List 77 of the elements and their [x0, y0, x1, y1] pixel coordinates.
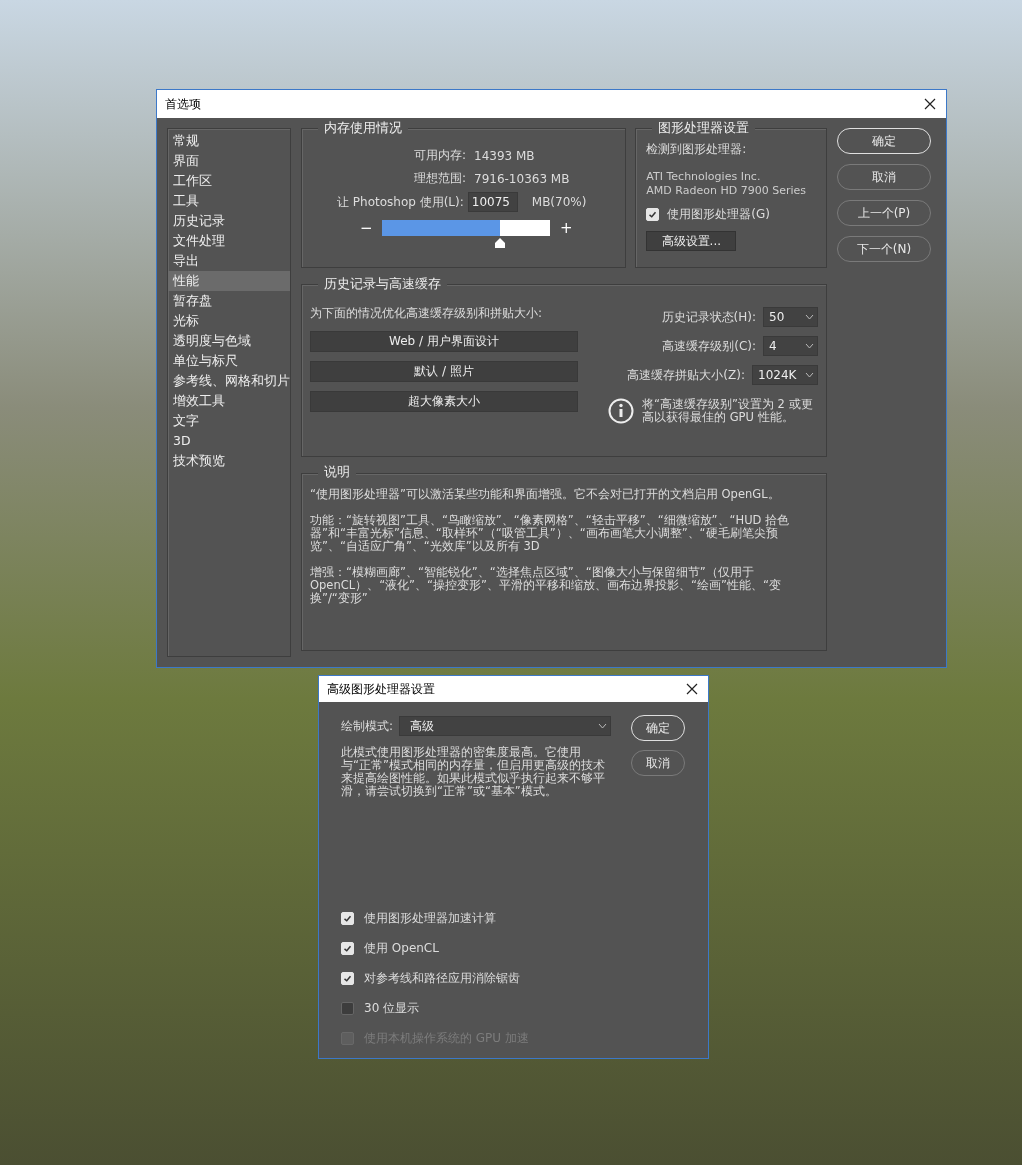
- field-value: 7916-10363 MB: [474, 171, 571, 186]
- mode-description: 此模式使用图形处理器的密集度最高。它使用与“正常”模式相同的内存量，但启用更高级的技术来提高绘图性能。如果此模式似乎执行起来不够平滑，请尝试切换到“正常”或“基本”模式。: [341, 746, 606, 798]
- checkbox-label: 30 位显示: [364, 1000, 420, 1017]
- caret-icon: [805, 314, 814, 320]
- sidebar-item[interactable]: 增效工具: [168, 391, 290, 411]
- dialog-button[interactable]: 取消: [631, 750, 685, 776]
- sidebar-item[interactable]: 工作区: [168, 171, 290, 191]
- group-title: 图形处理器设置: [652, 120, 756, 137]
- window-title: 首选项: [165, 95, 201, 113]
- field-label: 高速缓存级别(C):: [662, 337, 756, 355]
- preset-button[interactable]: 超大像素大小: [310, 391, 578, 412]
- info-icon: [608, 398, 634, 424]
- plus-button[interactable]: +: [560, 219, 572, 237]
- sidebar-item[interactable]: 透明度与色域: [168, 331, 290, 351]
- field-label: 让 Photoshop 使用(L):: [337, 193, 464, 211]
- dropdown[interactable]: 4: [763, 336, 818, 356]
- caret-icon: [805, 343, 814, 349]
- field-label: 绘制模式:: [341, 717, 394, 735]
- advanced-settings-button[interactable]: 高级设置...: [646, 231, 737, 251]
- field-label: 可用内存:: [412, 147, 466, 164]
- dialog-button[interactable]: 取消: [837, 164, 931, 190]
- dropdown[interactable]: 50: [763, 307, 818, 327]
- sidebar-item[interactable]: 光标: [168, 311, 290, 331]
- sidebar-item[interactable]: 常规: [168, 131, 290, 151]
- sidebar-item[interactable]: 界面: [168, 151, 290, 171]
- preset-button[interactable]: 默认 / 照片: [310, 361, 578, 382]
- sidebar-item[interactable]: 历史记录: [168, 211, 290, 231]
- sidebar-item[interactable]: 3D: [168, 431, 290, 451]
- sidebar-item[interactable]: 参考线、网格和切片: [168, 371, 290, 391]
- sidebar-item[interactable]: 暂存盘: [168, 291, 290, 311]
- sidebar-item[interactable]: 性能: [168, 271, 290, 291]
- dialog-button[interactable]: 上一个(P): [837, 200, 931, 226]
- preset-button[interactable]: Web / 用户界面设计: [310, 331, 578, 352]
- sidebar-item[interactable]: 文件处理: [168, 231, 290, 251]
- sidebar-item[interactable]: 工具: [168, 191, 290, 211]
- caret-icon: [598, 723, 608, 729]
- caret-icon: [805, 372, 814, 378]
- gpu-model: AMD Radeon HD 7900 Series: [646, 184, 807, 198]
- sidebar-item[interactable]: 技术预览: [168, 451, 290, 471]
- window-title: 高级图形处理器设置: [327, 680, 435, 698]
- close-icon[interactable]: [924, 98, 936, 110]
- gpu-vendor: ATI Technologies Inc.: [646, 170, 762, 184]
- dialog-button[interactable]: 下一个(N): [837, 236, 931, 262]
- field-value: 14393 MB: [474, 148, 536, 163]
- field-label: 为下面的情况优化高速缓存级别和拼贴大小:: [310, 305, 544, 322]
- checkbox[interactable]: [341, 1002, 354, 1015]
- sidebar-item[interactable]: 导出: [168, 251, 290, 271]
- checkbox-label: 使用图形处理器加速计算: [364, 910, 496, 927]
- close-icon[interactable]: [686, 683, 698, 695]
- checkmark-icon: [648, 210, 658, 219]
- checkmark-icon: [343, 974, 352, 983]
- dialog-button[interactable]: 确定: [631, 715, 685, 741]
- input-field[interactable]: 10075: [467, 192, 518, 212]
- dropdown[interactable]: 高级: [399, 716, 612, 736]
- minus-button[interactable]: −: [360, 219, 372, 237]
- dropdown[interactable]: 1024K: [752, 365, 818, 385]
- field-label: 历史记录状态(H):: [661, 308, 756, 326]
- field-label: 高速缓存拼贴大小(Z):: [627, 366, 745, 384]
- group-title: 历史记录与高速缓存: [318, 276, 447, 293]
- description-text: “使用图形处理器”可以激活某些功能和界面增强。它不会对已打开的文档启用 OpenGL。: [310, 488, 781, 501]
- description-text: 增强：“模糊画廊”、“智能锐化”、“选择焦点区域”、“图像大小与保留细节”（仅用于 OpenCL）、“液化”、“操控变形”、平滑的平移和缩放、画布边界投影、“绘画”性能、“变换”/“变形”: [310, 566, 782, 605]
- checkmark-icon: [343, 944, 352, 953]
- slider-thumb[interactable]: [494, 238, 505, 248]
- unit-label: MB(70%): [531, 195, 587, 209]
- dialog-button[interactable]: 确定: [837, 128, 931, 154]
- checkbox-label: 使用图形处理器(G): [667, 206, 770, 223]
- checkbox-label: 使用 OpenCL: [364, 940, 439, 957]
- sidebar-item[interactable]: 文字: [168, 411, 290, 431]
- group-title: 内存使用情况: [318, 120, 408, 137]
- checkmark-icon: [343, 914, 352, 923]
- info-text: 将“高速缓存级别”设置为 2 或更高以获得最佳的 GPU 性能。: [642, 398, 814, 424]
- checkbox-label: 对参考线和路径应用消除锯齿: [364, 970, 520, 987]
- sidebar-item[interactable]: 单位与标尺: [168, 351, 290, 371]
- field-label: 检测到图形处理器:: [646, 141, 748, 158]
- group-title: 说明: [318, 465, 356, 478]
- description-text: 功能：“旋转视图”工具、“鸟瞰缩放”、“像素网格”、“轻击平移”、“细微缩放”、“HUD 拾色器”和“丰富光标”信息、“取样环”（“吸管工具”）、“画布画笔大小调整”、“硬毛刷笔尖预览”、“自适应广角”、“光效库”以及所有 3D: [310, 514, 791, 553]
- field-label: 理想范围:: [412, 170, 466, 187]
